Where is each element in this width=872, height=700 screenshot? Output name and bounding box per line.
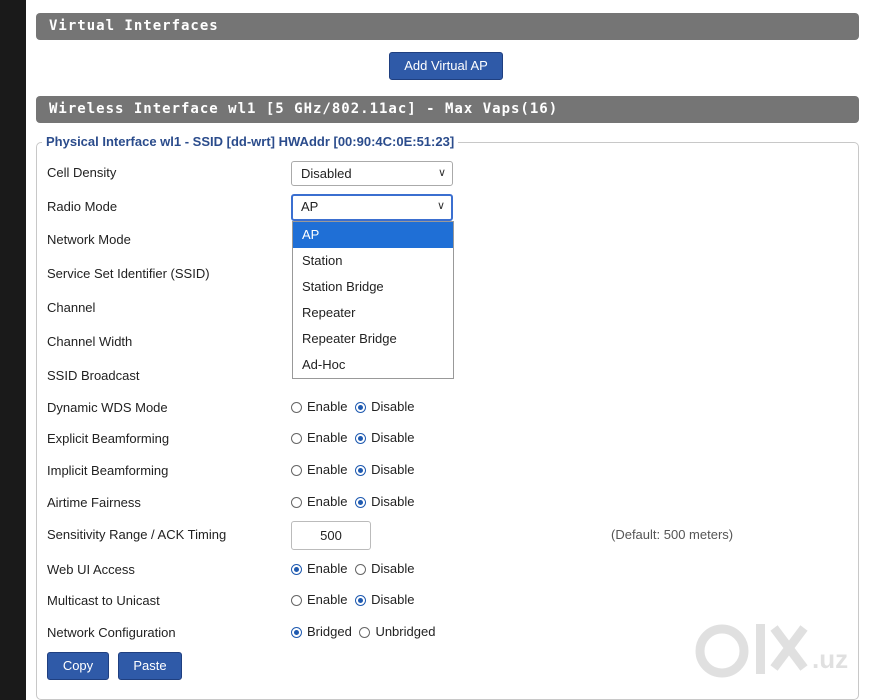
chevron-down-icon: ∨ (437, 167, 446, 179)
ssid-label: Service Set Identifier (SSID) (47, 266, 210, 281)
multicast-disable-option[interactable]: Disable (355, 592, 414, 607)
radio-unchecked-icon[interactable] (291, 465, 302, 476)
radio-mode-dropdown: AP Station Station Bridge Repeater Repea… (292, 221, 454, 379)
option-label: Disable (371, 430, 415, 445)
radio-unchecked-icon[interactable] (291, 433, 302, 444)
unbridged-option[interactable]: Unbridged (359, 624, 435, 639)
radio-checked-icon[interactable] (355, 433, 367, 444)
left-dark-edge (0, 0, 26, 700)
olx-watermark-logo: .uz (695, 624, 848, 678)
option-label: Disable (371, 399, 415, 414)
option-label: Enable (307, 561, 348, 576)
option-label: Disable (371, 494, 415, 509)
channel-width-label: Channel Width (47, 334, 133, 349)
network-configuration-label: Network Configuration (47, 625, 176, 640)
web-ui-disable-option[interactable]: Disable (355, 561, 414, 576)
radio-checked-icon[interactable] (355, 402, 367, 413)
radio-unchecked-icon[interactable] (359, 627, 371, 638)
radio-mode-option-station-bridge[interactable]: Station Bridge (293, 274, 453, 300)
dynamic-wds-radio-group: Enable Disable (291, 399, 418, 414)
sensitivity-label: Sensitivity Range / ACK Timing (47, 527, 227, 542)
paste-button[interactable]: Paste (118, 652, 182, 680)
radio-unchecked-icon[interactable] (291, 402, 302, 413)
radio-checked-icon[interactable] (355, 465, 367, 476)
implicit-beamforming-disable-option[interactable]: Disable (355, 462, 414, 477)
radio-checked-icon[interactable] (355, 595, 367, 606)
dynamic-wds-disable-option[interactable]: Disable (355, 399, 414, 414)
option-label: Enable (307, 494, 348, 509)
radio-unchecked-icon[interactable] (291, 497, 302, 508)
option-label: Enable (307, 399, 348, 414)
explicit-beamforming-radio-group: Enable Disable (291, 430, 418, 445)
airtime-fairness-label: Airtime Fairness (47, 495, 141, 510)
cell-density-value: Disabled (301, 166, 352, 181)
add-virtual-ap-button[interactable]: Add Virtual AP (389, 52, 503, 80)
copy-button[interactable]: Copy (47, 652, 109, 680)
option-label: Bridged (307, 624, 352, 639)
ssid-broadcast-label: SSID Broadcast (47, 368, 140, 383)
implicit-beamforming-enable-option[interactable]: Enable (291, 462, 347, 477)
radio-mode-value: AP (301, 199, 319, 214)
settings-panel: Virtual Interfaces Add Virtual AP Wirele… (26, 0, 872, 700)
radio-mode-option-station[interactable]: Station (293, 248, 453, 274)
radio-mode-label: Radio Mode (47, 199, 118, 214)
multicast-radio-group: Enable Disable (291, 592, 418, 607)
option-label: Disable (371, 462, 415, 477)
airtime-fairness-radio-group: Enable Disable (291, 494, 418, 509)
radio-checked-icon[interactable] (355, 497, 367, 508)
explicit-beamforming-disable-option[interactable]: Disable (355, 430, 414, 445)
airtime-fairness-disable-option[interactable]: Disable (355, 494, 414, 509)
web-ui-access-label: Web UI Access (47, 562, 135, 577)
bridged-option[interactable]: Bridged (291, 624, 352, 639)
dynamic-wds-enable-option[interactable]: Enable (291, 399, 347, 414)
option-label: Enable (307, 430, 348, 445)
network-configuration-radio-group: Bridged Unbridged (291, 624, 439, 639)
implicit-beamforming-label: Implicit Beamforming (47, 463, 169, 478)
radio-unchecked-icon[interactable] (355, 564, 367, 575)
sensitivity-default-hint: (Default: 500 meters) (611, 527, 734, 542)
implicit-beamforming-radio-group: Enable Disable (291, 462, 418, 477)
option-label: Enable (307, 462, 348, 477)
web-ui-access-radio-group: Enable Disable (291, 561, 418, 576)
explicit-beamforming-label: Explicit Beamforming (47, 431, 170, 446)
multicast-enable-option[interactable]: Enable (291, 592, 347, 607)
cell-density-select[interactable]: Disabled ∨ (291, 161, 453, 186)
option-label: Unbridged (375, 624, 436, 639)
dynamic-wds-label: Dynamic WDS Mode (47, 400, 168, 415)
virtual-interfaces-header: Virtual Interfaces (36, 13, 859, 40)
svg-text:.uz: .uz (812, 644, 848, 674)
radio-mode-option-repeater-bridge[interactable]: Repeater Bridge (293, 326, 453, 352)
option-label: Disable (371, 561, 415, 576)
radio-mode-option-repeater[interactable]: Repeater (293, 300, 453, 326)
web-ui-enable-option[interactable]: Enable (291, 561, 347, 576)
radio-mode-option-ap[interactable]: AP (293, 222, 453, 248)
radio-mode-option-adhoc[interactable]: Ad-Hoc (293, 352, 453, 378)
sensitivity-input[interactable]: 500 (291, 521, 371, 550)
wireless-interface-header: Wireless Interface wl1 [5 GHz/802.11ac] … (36, 96, 859, 123)
radio-unchecked-icon[interactable] (291, 595, 302, 606)
radio-checked-icon[interactable] (291, 627, 302, 638)
explicit-beamforming-enable-option[interactable]: Enable (291, 430, 347, 445)
airtime-fairness-enable-option[interactable]: Enable (291, 494, 347, 509)
option-label: Disable (371, 592, 415, 607)
cell-density-label: Cell Density (47, 165, 117, 180)
radio-mode-select[interactable]: AP ∨ (291, 194, 453, 221)
multicast-label: Multicast to Unicast (47, 593, 160, 608)
option-label: Enable (307, 592, 348, 607)
radio-checked-icon[interactable] (291, 564, 302, 575)
chevron-down-icon: ∨ (436, 200, 445, 212)
physical-interface-legend: Physical Interface wl1 - SSID [dd-wrt] H… (42, 134, 459, 149)
channel-label: Channel (47, 300, 96, 315)
network-mode-label: Network Mode (47, 232, 131, 247)
